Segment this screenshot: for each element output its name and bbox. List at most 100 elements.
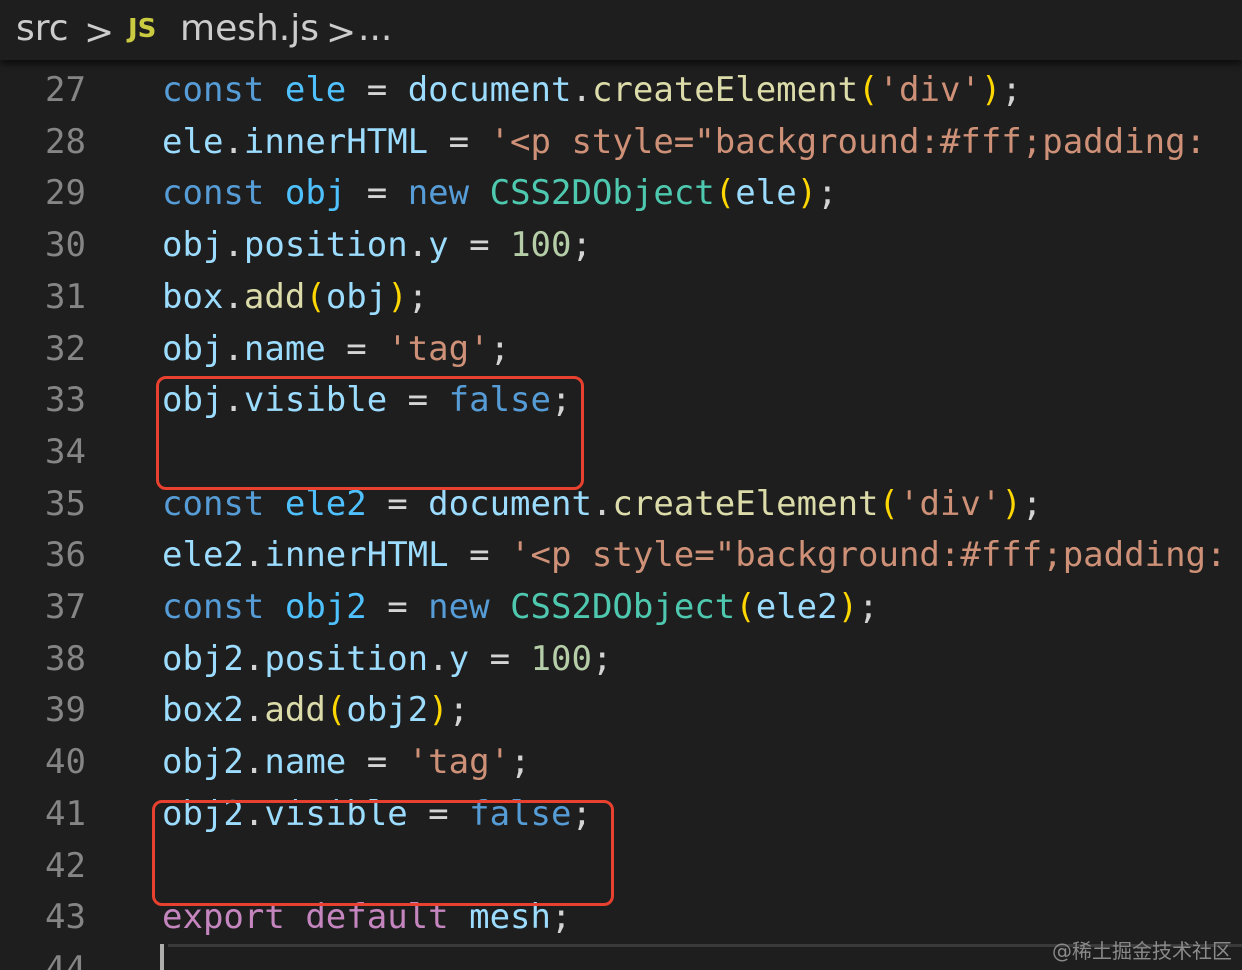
code-token: '<p style="background:#fff;padding:	[510, 535, 1227, 576]
code-text: obj2.position.y = 100;	[162, 633, 612, 685]
code-text: ele2.innerHTML = '<p style="background:#…	[162, 529, 1226, 581]
code-token: box	[162, 276, 224, 317]
line-number: 28	[45, 121, 86, 162]
code-token: ele2	[162, 535, 244, 576]
code-token: .	[223, 121, 244, 162]
code-token: 'div'	[878, 70, 981, 110]
code-text: obj.position.y = 100;	[162, 219, 592, 271]
code-token: 'tag'	[407, 742, 511, 783]
code-line[interactable]: 39 box2.add(obj2);	[0, 684, 1242, 736]
code-token: .	[407, 225, 429, 266]
code-line[interactable]: 27 const ele = document.createElement('di…	[0, 64, 1242, 116]
line-number: 38	[45, 638, 86, 679]
code-token: ;	[1021, 483, 1043, 524]
code-token: ;	[510, 742, 531, 783]
watermark: @稀土掘金技术社区	[1052, 939, 1232, 963]
code-text: box.add(obj);	[162, 271, 428, 323]
code-token: ;	[817, 173, 838, 214]
code-text: ele.innerHTML = '<p style="background:#f…	[162, 116, 1206, 168]
code-token: ele2	[755, 587, 838, 627]
code-line[interactable]: 30 obj.position.y = 100;	[0, 219, 1242, 271]
code-line[interactable]: 38 obj2.position.y = 100;	[0, 633, 1242, 685]
code-token: ;	[448, 690, 470, 731]
code-token: y	[448, 638, 470, 679]
code-line[interactable]: 31 box.add(obj);	[0, 271, 1242, 323]
breadcrumb-folder-src[interactable]: src	[16, 8, 69, 49]
code-token: '<p style="background:#fff;padding:	[489, 121, 1207, 162]
code-token: )	[1001, 483, 1022, 524]
code-line[interactable]: 32 obj.name = 'tag';	[0, 323, 1242, 375]
code-token: position	[243, 225, 408, 266]
code-token: .	[243, 742, 265, 783]
code-token: innerHTML	[243, 121, 429, 162]
code-token: add	[264, 690, 326, 731]
breadcrumb: src > JS mesh.js > ...	[0, 0, 1242, 60]
line-number: 32	[45, 328, 86, 369]
code-token: createElement	[591, 70, 859, 110]
code-token: .	[571, 70, 592, 110]
code-token: name	[243, 328, 326, 369]
code-token: 'tag'	[387, 328, 490, 369]
chevron-right-icon: >	[84, 12, 115, 53]
line-number: 43	[45, 897, 86, 938]
code-token: CSS2DObject	[510, 587, 736, 627]
code-token: obj	[325, 276, 388, 317]
code-line[interactable]: 28 ele.innerHTML = '<p style="background:…	[0, 116, 1242, 168]
code-token: =	[366, 587, 429, 627]
code-editor[interactable]: 44 43 export default mesh; 42 41 obj2.visible…	[0, 60, 1242, 970]
line-number: 31	[45, 276, 86, 317]
code-token: obj2	[162, 638, 244, 679]
code-token: ;	[1001, 70, 1022, 110]
code-token: .	[591, 483, 613, 524]
line-number: 30	[45, 225, 86, 266]
code-token: 100	[530, 638, 592, 679]
code-token: new	[407, 173, 470, 214]
code-token: obj	[162, 328, 224, 369]
code-text: const obj = new CSS2DObject(ele);	[162, 167, 838, 219]
code-token: CSS2DObject	[489, 173, 715, 214]
code-token: ;	[571, 225, 592, 266]
code-token: new	[428, 587, 490, 627]
code-token: =	[346, 70, 408, 110]
code-text: obj.name = 'tag';	[162, 323, 510, 375]
code-token: (	[325, 690, 347, 731]
code-token: ele	[735, 173, 797, 214]
code-token: (	[878, 483, 899, 524]
line-number: 35	[45, 483, 86, 524]
code-token: name	[264, 742, 347, 783]
breadcrumb-file-mesh-js[interactable]: mesh.js	[180, 8, 319, 49]
code-token: .	[223, 328, 244, 369]
code-line[interactable]: 36 ele2.innerHTML = '<p style="background…	[0, 529, 1242, 581]
code-line[interactable]: 37 const obj2 = new CSS2DObject(ele2);	[0, 581, 1242, 633]
code-token: obj	[162, 225, 224, 266]
code-token: .	[243, 638, 265, 679]
code-token: const	[162, 70, 265, 110]
line-number: 36	[45, 535, 86, 576]
breadcrumb-symbols-more[interactable]: ...	[358, 8, 392, 49]
code-token: y	[428, 225, 449, 266]
code-token: ele	[162, 121, 224, 162]
code-token: =	[448, 225, 511, 266]
code-token: .	[428, 638, 449, 679]
line-number: 37	[45, 587, 86, 627]
line-number: 40	[45, 742, 86, 783]
code-token: ;	[489, 328, 511, 369]
code-token: )	[796, 173, 818, 214]
code-token: const	[162, 173, 265, 214]
code-line[interactable]: 29 const obj = new CSS2DObject(ele);	[0, 167, 1242, 219]
highlight-box-obj-tag	[156, 376, 584, 490]
code-token: (	[735, 587, 756, 627]
code-token: 'div'	[899, 483, 1002, 524]
code-token: ele	[284, 70, 347, 110]
code-token: createElement	[612, 483, 879, 524]
code-token: (	[858, 70, 879, 110]
code-token: =	[325, 328, 388, 369]
highlight-box-obj2-tag	[152, 800, 614, 906]
code-token: position	[264, 638, 429, 679]
chevron-right-icon: >	[326, 12, 357, 53]
code-text: const ele = document.createElement('div'…	[162, 64, 1022, 116]
code-line[interactable]: 40 obj2.name = 'tag';	[0, 736, 1242, 788]
